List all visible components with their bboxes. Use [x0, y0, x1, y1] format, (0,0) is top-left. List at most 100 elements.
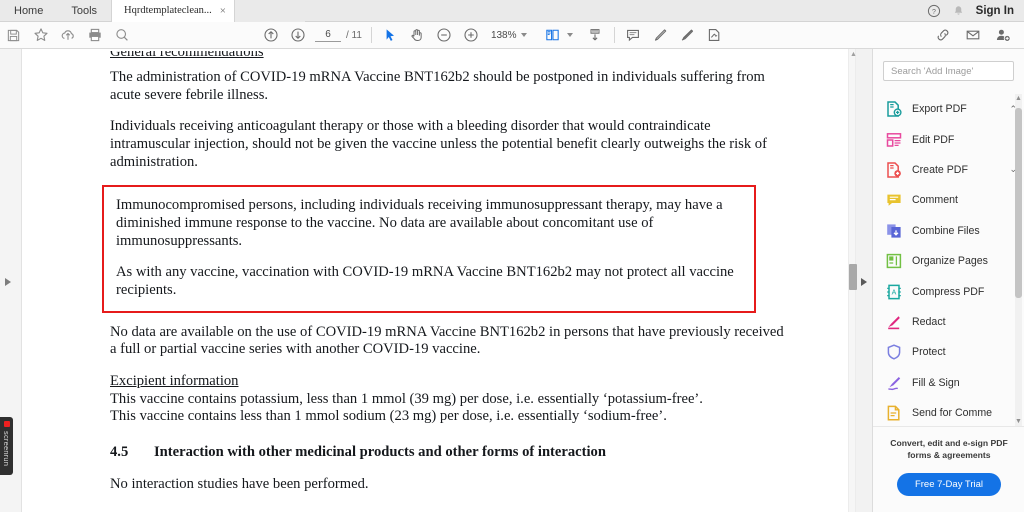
- screen-recorder-label: screenrun: [2, 431, 11, 467]
- free-trial-button[interactable]: Free 7-Day Trial: [896, 472, 1002, 496]
- tools-panel-scrollbar[interactable]: ▲ ▼: [1015, 94, 1022, 426]
- tool-item-fill-and-sign[interactable]: Fill & Sign: [873, 368, 1024, 398]
- tab-document[interactable]: Hqrdtemplateclean... ×: [111, 0, 236, 22]
- email-icon[interactable]: [959, 22, 986, 49]
- scroll-down-arrow-icon[interactable]: ▼: [1015, 418, 1022, 425]
- add-person-icon[interactable]: [989, 22, 1016, 49]
- page-navigation: 6 / 11: [315, 29, 362, 42]
- send-for-comments-icon: [885, 404, 903, 422]
- page-down-icon[interactable]: [284, 22, 311, 49]
- expand-navigation-panel-icon[interactable]: [5, 278, 11, 286]
- fit-page-chevron-down-icon[interactable]: [566, 33, 573, 37]
- excipient-heading: Excipient information: [110, 372, 239, 389]
- cursor-select-icon[interactable]: [377, 22, 404, 49]
- tools-search-input[interactable]: [891, 65, 1006, 77]
- highlight-paragraph-2: As with any vaccine, vaccination with CO…: [116, 264, 734, 298]
- tab-bar-actions: ? Sign In: [927, 0, 1024, 21]
- screen-recorder-widget[interactable]: screenrun: [0, 417, 13, 475]
- tool-item-comment[interactable]: Comment: [873, 185, 1024, 215]
- clipped-heading: General recommendations: [110, 51, 788, 63]
- red-highlight-annotation-box[interactable]: Immunocompromised persons, including ind…: [102, 185, 756, 313]
- doc-paragraph-1: The administration of COVID-19 mRNA Vacc…: [110, 69, 765, 103]
- toolbar-view-group: 138%: [377, 22, 609, 49]
- tool-item-edit-pdf[interactable]: Edit PDF: [873, 124, 1024, 154]
- doc-paragraph-4: No interaction studies have been perform…: [110, 475, 369, 492]
- tools-search-box[interactable]: [883, 61, 1014, 81]
- comment-icon: [885, 191, 903, 209]
- toolbar-share-group: [929, 22, 1024, 49]
- doc-paragraph-2: Individuals receiving anticoagulant ther…: [110, 118, 767, 170]
- sign-in-button[interactable]: Sign In: [976, 5, 1014, 17]
- tab-home[interactable]: Home: [0, 0, 57, 22]
- page-number-input[interactable]: 6: [315, 29, 341, 42]
- scroll-up-arrow-icon[interactable]: ▲: [1015, 95, 1022, 102]
- tool-item-organize-pages[interactable]: Organize Pages: [873, 246, 1024, 276]
- tool-label: Redact: [912, 315, 946, 328]
- section-heading-4-5: 4.5 Interaction with other medicinal pro…: [110, 444, 788, 462]
- scroll-mode-icon[interactable]: [582, 22, 609, 49]
- tab-bar-filler: [235, 0, 306, 22]
- tool-item-protect[interactable]: Protect: [873, 337, 1024, 367]
- sign-icon[interactable]: [701, 22, 728, 49]
- tool-label: Protect: [912, 346, 946, 359]
- tool-item-create-pdf[interactable]: Create PDF ⌄: [873, 155, 1024, 185]
- save-icon[interactable]: [0, 22, 27, 49]
- scrollbar-thumb[interactable]: [849, 264, 857, 290]
- tool-item-compress-pdf[interactable]: A Compress PDF: [873, 276, 1024, 306]
- toolbar-divider-2: [613, 27, 615, 43]
- comment-icon[interactable]: [620, 22, 647, 49]
- main-toolbar: 6 / 11 138%: [0, 22, 1024, 49]
- tab-tools[interactable]: Tools: [57, 0, 111, 22]
- close-icon[interactable]: ×: [220, 5, 226, 17]
- clipped-heading-text: General recommendations: [110, 51, 264, 60]
- fill-and-sign-icon: [885, 374, 903, 392]
- toolbar-divider: [370, 27, 372, 43]
- scroll-up-arrow-icon[interactable]: ▲: [850, 51, 857, 58]
- tab-bar: Home Tools Hqrdtemplateclean... × ? Sign…: [0, 0, 1024, 22]
- help-icon[interactable]: ?: [927, 4, 941, 18]
- tool-label: Organize Pages: [912, 255, 988, 268]
- print-icon[interactable]: [81, 22, 108, 49]
- section-number: 4.5: [110, 443, 129, 460]
- tab-tools-label: Tools: [71, 5, 98, 17]
- protect-shield-icon: [885, 343, 903, 361]
- toolbar-file-group: [0, 22, 135, 49]
- highlight-pen-icon[interactable]: [647, 22, 674, 49]
- hand-tool-icon[interactable]: [404, 22, 431, 49]
- tool-item-export-pdf[interactable]: Export PDF ⌃: [873, 94, 1024, 124]
- excipient-line-2: This vaccine contains less than 1 mmol s…: [110, 408, 667, 425]
- excipient-line-1: This vaccine contains potassium, less th…: [110, 390, 703, 407]
- share-link-icon[interactable]: [929, 22, 956, 49]
- zoom-out-icon[interactable]: [431, 22, 458, 49]
- document-vertical-scrollbar[interactable]: ▲: [848, 49, 857, 512]
- create-pdf-icon: [885, 161, 903, 179]
- tool-label: Compress PDF: [912, 285, 985, 298]
- star-icon[interactable]: [27, 22, 54, 49]
- collapse-right-panel-icon[interactable]: [861, 278, 867, 286]
- bell-icon[interactable]: [952, 4, 965, 18]
- toolbar-page-group: 6 / 11: [257, 22, 366, 49]
- section-title: Interaction with other medicinal product…: [154, 443, 606, 460]
- doc-paragraph-3: No data are available on the use of COVI…: [110, 323, 784, 358]
- page-total-label: / 11: [346, 29, 362, 41]
- pdf-page-content: General recommendations The administrati…: [22, 49, 848, 512]
- draw-icon[interactable]: [674, 22, 701, 49]
- tool-item-redact[interactable]: Redact: [873, 307, 1024, 337]
- promo-text-line-2: forms & agreements: [907, 450, 991, 461]
- tool-label: Edit PDF: [912, 133, 955, 146]
- toolbar-annotate-group: [620, 22, 728, 49]
- tool-item-combine-files[interactable]: Combine Files: [873, 216, 1024, 246]
- scrollbar-thumb[interactable]: [1015, 108, 1022, 298]
- tool-item-send-for-comments[interactable]: Send for Comme: [873, 398, 1024, 426]
- promo-banner: Convert, edit and e-sign PDF forms & agr…: [873, 426, 1024, 512]
- document-viewer: screenrun General recommendations The ad…: [0, 49, 872, 512]
- fit-page-icon[interactable]: [539, 22, 566, 49]
- zoom-in-icon[interactable]: [458, 22, 485, 49]
- tool-label: Combine Files: [912, 224, 980, 237]
- zoom-level-dropdown[interactable]: 138%: [491, 30, 527, 41]
- search-icon[interactable]: [108, 22, 135, 49]
- tab-home-label: Home: [14, 5, 44, 17]
- upload-cloud-icon[interactable]: [54, 22, 81, 49]
- record-indicator-icon: [3, 421, 10, 427]
- page-up-icon[interactable]: [257, 22, 284, 49]
